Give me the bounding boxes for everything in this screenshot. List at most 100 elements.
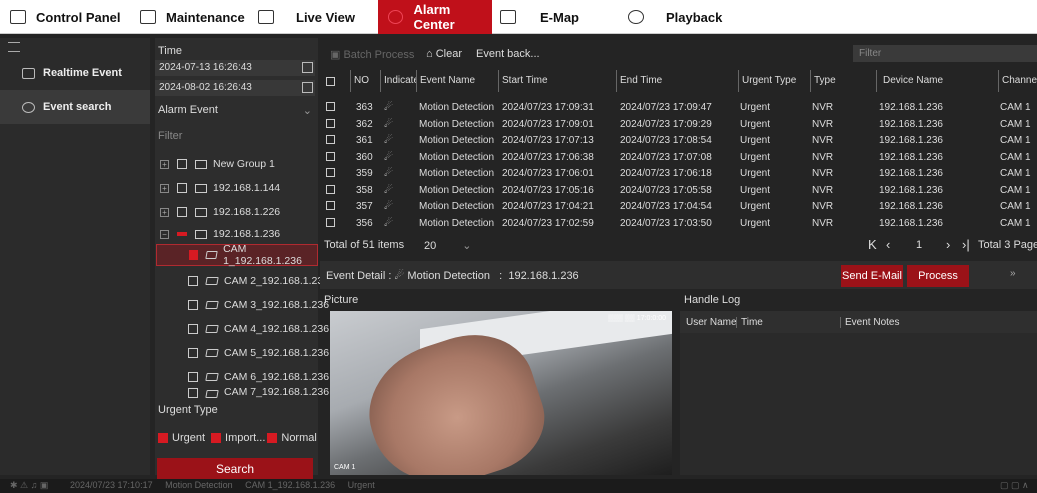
column-header-no[interactable]: NO (350, 70, 380, 92)
current-page[interactable]: 1 (916, 239, 922, 251)
tree-item-device[interactable]: +192.168.1.226 (160, 201, 280, 223)
send-email-button[interactable]: Send E-Mail (841, 265, 903, 287)
grid-icon (10, 10, 26, 24)
table-row[interactable]: 356 ☄ Motion Detection 2024/07/23 17:02:59 2… (320, 216, 1037, 230)
tab-e-map[interactable]: E-Map (500, 0, 610, 34)
tree-item-group[interactable]: + New Group 1 (160, 153, 275, 175)
expand-icon[interactable]: + (160, 159, 169, 169)
tree-item-camera[interactable]: CAM 2_192.168.1.236 (188, 270, 329, 292)
tree-item-camera[interactable]: CAM 3_192.168.1.236 (188, 294, 329, 316)
column-header-type[interactable]: Type (810, 70, 848, 92)
window-controls-icon[interactable]: ▢ ▢ ∧ (1000, 480, 1029, 491)
folder-icon (195, 159, 207, 169)
event-back-button[interactable]: Event back... (476, 48, 540, 60)
column-header-user-name[interactable]: User Name (686, 317, 737, 328)
row-checkbox[interactable] (326, 217, 335, 227)
status-bar: ✱ ⚠ ♫ ▣ 2024/07/23 17:10:17 Motion Detec… (0, 479, 1037, 493)
clear-button[interactable]: ⌂ Clear (426, 48, 462, 60)
first-page-icon[interactable]: K (868, 237, 877, 252)
calendar-icon[interactable] (302, 82, 313, 93)
tab-maintenance[interactable]: Maintenance (140, 0, 250, 34)
column-header-end-time[interactable]: End Time (616, 70, 734, 92)
checkbox-checked[interactable] (189, 250, 199, 260)
tab-control-panel[interactable]: Control Panel (10, 0, 130, 34)
batch-process-button[interactable]: ▣ Batch Process (330, 48, 414, 61)
prev-page-icon[interactable]: ‹ (886, 237, 890, 252)
tree-item-camera-selected[interactable]: CAM 1_192.168.1.236 (156, 243, 318, 267)
search-button[interactable]: Search (157, 458, 313, 480)
calendar-icon[interactable] (302, 62, 313, 73)
select-all-checkbox[interactable] (326, 77, 335, 86)
tree-item-camera[interactable]: CAM 6_192.168.1.236 (188, 366, 329, 388)
column-header-event-notes[interactable]: Event Notes (840, 317, 899, 328)
row-checkbox[interactable] (326, 184, 335, 194)
last-page-icon[interactable]: ›| (962, 237, 970, 252)
checkbox[interactable] (188, 276, 198, 286)
tree-item-camera[interactable]: CAM 7_192.168.1.236 (188, 388, 329, 398)
tree-item-device[interactable]: −192.168.1.236 (160, 223, 280, 245)
table-row[interactable]: 360 ☄ Motion Detection 2024/07/23 17:06:38 2… (320, 150, 1037, 167)
time-label: Time (158, 45, 183, 57)
motion-icon: ☄ (384, 151, 393, 163)
checkbox[interactable] (188, 348, 198, 358)
tab-alarm-center[interactable]: Alarm Center (378, 0, 492, 34)
checkbox-partial[interactable] (177, 232, 187, 236)
checkbox[interactable] (177, 183, 187, 193)
checkbox[interactable] (177, 207, 187, 217)
column-header-urgent-type[interactable]: Urgent Type (738, 70, 806, 92)
monitor-icon (258, 10, 274, 24)
table-row[interactable]: 362 ☄ Motion Detection 2024/07/23 17:09:01 2… (320, 117, 1037, 134)
tree-item-camera[interactable]: CAM 4_192.168.1.236 (188, 318, 329, 340)
table-row[interactable]: 361 ☄ Motion Detection 2024/07/23 17:07:13 2… (320, 133, 1037, 150)
checkbox[interactable] (177, 159, 187, 169)
camera-icon (205, 251, 218, 259)
event-type-select[interactable]: Alarm Event ⌄ (158, 104, 314, 117)
urgent-type-label: Urgent Type (158, 404, 218, 416)
column-header-device-name[interactable]: Device Name (876, 70, 988, 92)
row-checkbox[interactable] (326, 168, 335, 177)
collapse-icon[interactable]: − (160, 229, 169, 239)
row-checkbox[interactable] (326, 102, 335, 111)
next-page-icon[interactable]: › (946, 237, 950, 252)
row-checkbox[interactable] (326, 151, 335, 161)
collapse-menu-icon[interactable] (8, 42, 20, 52)
table-row[interactable]: 358 ☄ Motion Detection 2024/07/23 17:05:16 2… (320, 183, 1037, 200)
start-time-input[interactable]: 2024-07-13 16:26:43 (155, 60, 315, 76)
end-time-input[interactable]: 2024-08-02 16:26:43 (155, 80, 315, 96)
nav-event-search[interactable]: Event search (0, 90, 150, 124)
column-header-indicate[interactable]: Indicate (380, 70, 416, 92)
tab-playback[interactable]: Playback (628, 0, 748, 34)
expand-icon[interactable]: + (160, 207, 169, 217)
expand-icon[interactable]: + (160, 183, 169, 193)
process-button[interactable]: Process (907, 265, 969, 287)
table-row[interactable]: 363 ☄ Motion Detection 2024/07/23 17:09:31 2… (320, 100, 1037, 117)
grid-filter-input[interactable]: Filter (853, 45, 1037, 62)
table-row[interactable]: 359 ☄ Motion Detection 2024/07/23 17:06:01 2… (320, 166, 1037, 183)
column-header-time[interactable]: Time (736, 317, 763, 328)
row-checkbox[interactable] (326, 135, 335, 144)
checkbox[interactable] (188, 300, 198, 310)
important-checkbox[interactable] (211, 433, 222, 443)
checkbox[interactable] (188, 324, 198, 334)
page-size-select[interactable]: 20 ⌄ (424, 239, 471, 252)
row-checkbox[interactable] (326, 201, 335, 210)
column-header-channel[interactable]: Channe (998, 70, 1037, 92)
row-checkbox[interactable] (326, 118, 335, 128)
event-detail-text: Event Detail : ☄ Motion Detection : 192.… (326, 270, 579, 282)
tab-live-view[interactable]: Live View (258, 0, 368, 34)
table-row[interactable]: 357 ☄ Motion Detection 2024/07/23 17:04:21 2… (320, 199, 1037, 216)
tree-item-device[interactable]: +192.168.1.144 (160, 177, 280, 199)
motion-icon: ☄ (384, 135, 393, 146)
checkbox[interactable] (188, 388, 198, 398)
tree-filter-input[interactable]: Filter (158, 130, 182, 142)
tree-item-camera[interactable]: CAM 5_192.168.1.236 (188, 342, 329, 364)
gear-icon (22, 101, 35, 113)
collapse-detail-icon[interactable]: » (1010, 268, 1016, 279)
nav-realtime-event[interactable]: Realtime Event (0, 56, 150, 90)
checkbox[interactable] (188, 372, 198, 382)
urgent-checkbox[interactable] (158, 433, 168, 443)
normal-checkbox[interactable] (267, 433, 278, 443)
column-header-start-time[interactable]: Start Time (498, 70, 616, 92)
column-header-event-name[interactable]: Event Name (416, 70, 498, 92)
motion-icon: ☄ (384, 217, 393, 229)
